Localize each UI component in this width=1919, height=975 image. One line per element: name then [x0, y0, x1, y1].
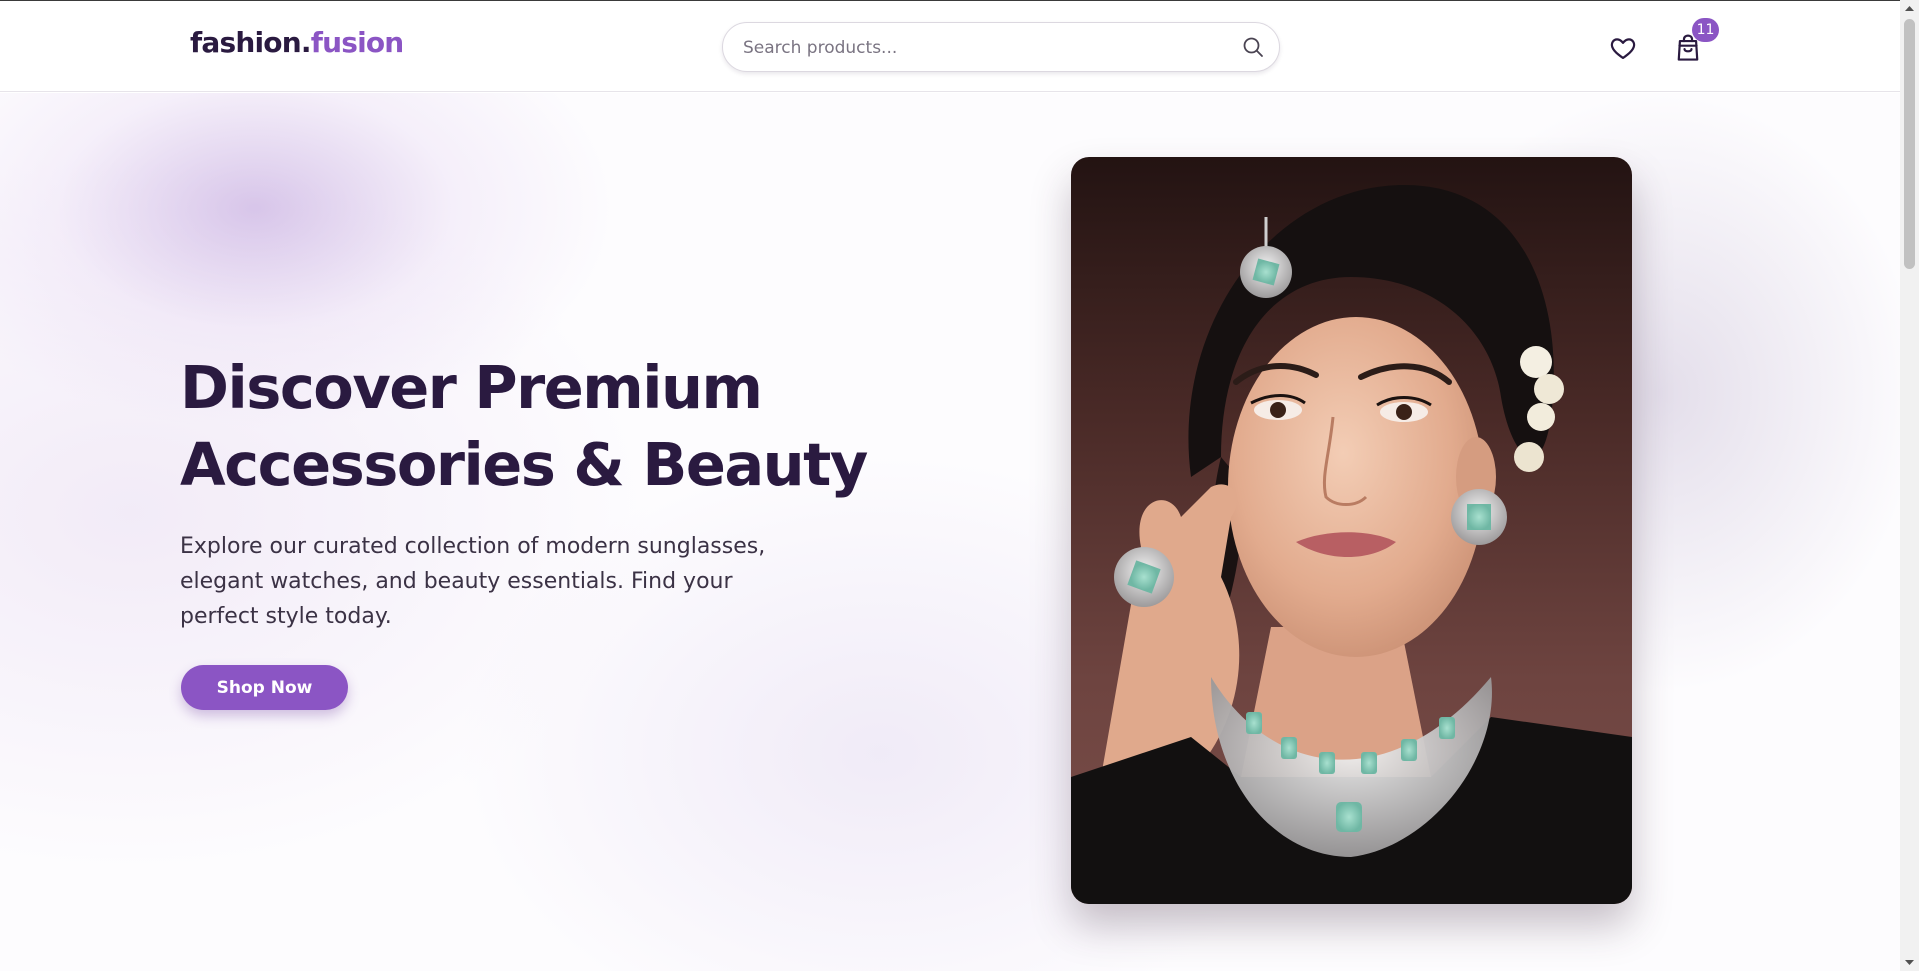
hero-subtext: Explore our curated collection of modern…	[180, 534, 766, 629]
brand-logo[interactable]: fashion.fusion	[190, 26, 405, 59]
wishlist-button[interactable]	[1609, 34, 1637, 62]
logo-text-main: fashion.	[190, 26, 311, 59]
heart-icon	[1610, 38, 1636, 60]
hero-headline-line-1: Discover Premium	[180, 353, 763, 422]
shop-now-button[interactable]: Shop Now	[181, 665, 348, 710]
hero-section: Discover Premium Accessories & Beauty Ex…	[0, 93, 1900, 971]
scroll-up-arrow-icon[interactable]	[1900, 0, 1919, 17]
search-icon[interactable]	[1241, 35, 1265, 59]
hero-headline-line-2: Accessories & Beauty	[180, 430, 868, 499]
hero-image	[1071, 157, 1632, 904]
hero-headline: Discover Premium Accessories & Beauty	[180, 349, 900, 503]
scroll-down-arrow-icon[interactable]	[1900, 954, 1919, 971]
vertical-scrollbar[interactable]	[1900, 0, 1919, 971]
search-input[interactable]	[741, 23, 1215, 73]
scrollbar-thumb[interactable]	[1904, 19, 1915, 269]
site-header: fashion.fusion 11	[0, 0, 1900, 92]
search-bar	[722, 22, 1280, 73]
cart-count-badge: 11	[1692, 18, 1719, 42]
page: fashion.fusion 11	[0, 0, 1900, 971]
logo-text-accent: fusion	[310, 26, 405, 59]
